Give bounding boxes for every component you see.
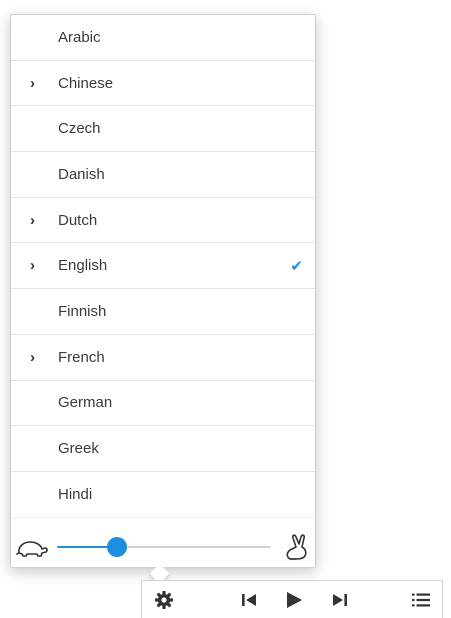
list-icon [412,593,430,606]
language-label: Hindi [58,485,93,503]
language-label: French [58,348,105,366]
language-label: German [58,394,113,412]
skip-previous-icon [242,593,256,606]
play-button[interactable] [282,581,306,618]
previous-button[interactable] [238,581,260,618]
chevron-right-icon[interactable]: › [30,198,35,243]
language-item-german[interactable]: German [11,381,315,427]
speed-row [11,527,315,567]
player-controls [141,580,443,618]
language-label: English [58,257,108,275]
skip-next-icon [333,593,347,606]
speed-slider-thumb[interactable] [106,537,127,557]
language-label: Czech [58,120,101,138]
language-label: Danish [58,165,105,183]
language-item-hindi[interactable]: Hindi [11,472,315,518]
gear-icon [155,590,173,609]
speed-slider[interactable] [57,537,271,557]
chevron-right-icon[interactable]: › [30,243,35,288]
settings-button[interactable] [152,581,176,618]
language-label: Arabic [58,28,101,46]
language-item-chinese[interactable]: › Chinese [11,61,315,107]
language-label: Finnish [58,302,107,320]
next-button[interactable] [329,581,351,618]
language-item-danish[interactable]: Danish [11,152,315,198]
language-popover: Arabic › Chinese Czech Danish › Dutch › English ✔… [10,14,316,568]
language-item-arabic[interactable]: Arabic [11,15,315,61]
language-item-finnish[interactable]: Finnish [11,289,315,335]
language-item-hungarian[interactable]: Hungarian [11,518,315,527]
language-item-english[interactable]: › English ✔ [11,243,315,290]
language-item-czech[interactable]: Czech [11,106,315,153]
rabbit-icon[interactable] [284,533,308,561]
language-label: Greek [58,440,99,458]
chevron-right-icon[interactable]: › [30,61,35,106]
playlist-button[interactable] [409,581,433,618]
language-item-dutch[interactable]: › Dutch [11,198,315,244]
checkmark-icon: ✔ [290,257,303,275]
play-icon [287,591,302,608]
turtle-icon[interactable] [15,537,49,559]
language-item-greek[interactable]: Greek [11,426,315,472]
language-label: Dutch [58,211,98,229]
language-item-french[interactable]: › French [11,335,315,381]
language-label: Chinese [58,74,114,92]
language-list: Arabic › Chinese Czech Danish › Dutch › English ✔… [11,15,315,527]
chevron-right-icon[interactable]: › [30,335,35,380]
